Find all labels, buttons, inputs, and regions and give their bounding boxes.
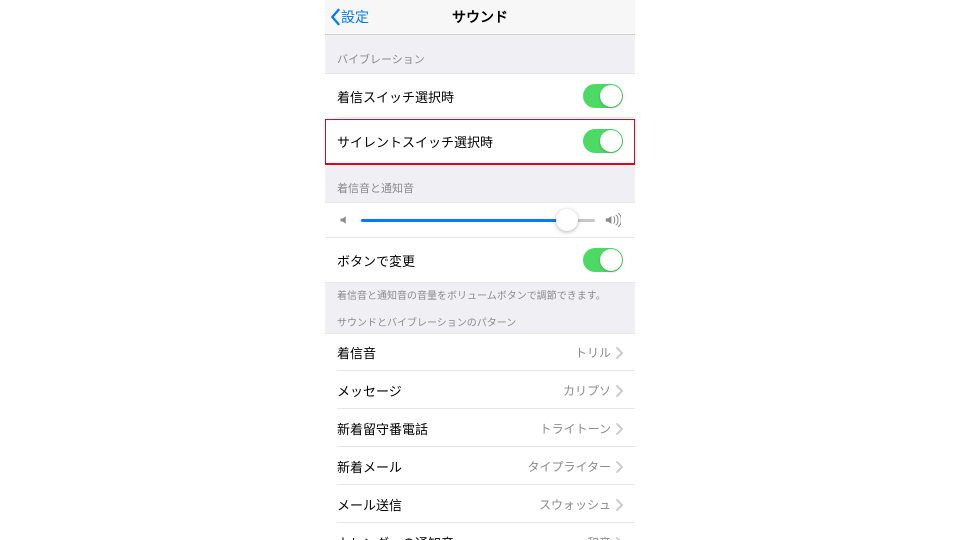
pattern-row[interactable]: 新着留守番電話 トライトーン: [325, 410, 635, 448]
vibrate-on-ring-row[interactable]: 着信スイッチ選択時: [325, 73, 635, 119]
chevron-right-icon: [615, 499, 623, 511]
pattern-label: メッセージ: [337, 381, 402, 400]
chevron-right-icon: [615, 347, 623, 359]
pattern-value: カリプソ: [563, 382, 623, 399]
chevron-right-icon: [615, 385, 623, 397]
vibrate-on-ring-toggle[interactable]: [583, 84, 623, 108]
pattern-label: 新着留守番電話: [337, 419, 428, 438]
change-with-buttons-toggle[interactable]: [583, 248, 623, 272]
vibrate-on-silent-label: サイレントスイッチ選択時: [337, 132, 493, 151]
pattern-label: カレンダーの通知音: [337, 533, 454, 540]
ringer-header: 着信音と通知音: [325, 164, 635, 202]
speaker-high-icon: [605, 213, 621, 227]
pattern-label: 新着メール: [337, 457, 402, 476]
pattern-value: トライトーン: [540, 420, 623, 437]
back-label: 設定: [341, 7, 369, 27]
pattern-row[interactable]: 新着メール タイプライター: [325, 448, 635, 486]
pattern-row[interactable]: 着信音 トリル: [325, 333, 635, 372]
sound-settings-screen: 設定 サウンド バイブレーション 着信スイッチ選択時 サイレントスイッチ選択時 …: [325, 0, 635, 540]
vibration-group: 着信スイッチ選択時 サイレントスイッチ選択時: [325, 73, 635, 164]
change-with-buttons-row[interactable]: ボタンで変更: [325, 238, 635, 283]
pattern-row[interactable]: カレンダーの通知音 和音: [325, 524, 635, 540]
change-with-buttons-label: ボタンで変更: [337, 251, 415, 270]
chevron-left-icon: [329, 8, 341, 26]
pattern-row[interactable]: メール送信 スウォッシュ: [325, 486, 635, 524]
chevron-right-icon: [615, 461, 623, 473]
pattern-value: タイプライター: [527, 458, 623, 475]
pattern-value: スウォッシュ: [539, 496, 623, 513]
pattern-label: 着信音: [337, 343, 376, 362]
chevron-right-icon: [615, 423, 623, 435]
page-title: サウンド: [325, 7, 635, 27]
pattern-label: メール送信: [337, 495, 402, 514]
patterns-header: サウンドとバイブレーションのパターン: [325, 306, 635, 333]
back-button[interactable]: 設定: [325, 7, 369, 27]
patterns-group: 着信音 トリル メッセージ カリプソ 新着留守番電話 トライトーン 新着メール タイプラ…: [325, 333, 635, 540]
pattern-value: トリル: [575, 344, 623, 361]
vibrate-on-ring-label: 着信スイッチ選択時: [337, 87, 454, 106]
speaker-low-icon: [339, 214, 351, 226]
navbar: 設定 サウンド: [325, 0, 635, 35]
pattern-row[interactable]: メッセージ カリプソ: [325, 372, 635, 410]
ringer-volume-row: [325, 202, 635, 238]
pattern-value: 和音: [587, 534, 623, 540]
chevron-right-icon: [615, 537, 623, 540]
vibrate-on-silent-toggle[interactable]: [583, 129, 623, 153]
ringer-volume-slider[interactable]: [361, 219, 595, 222]
ringer-footer: 着信音と通知音の音量をボリュームボタンで調節できます。: [325, 283, 635, 306]
vibration-header: バイブレーション: [325, 35, 635, 73]
vibrate-on-silent-row[interactable]: サイレントスイッチ選択時: [325, 119, 635, 164]
